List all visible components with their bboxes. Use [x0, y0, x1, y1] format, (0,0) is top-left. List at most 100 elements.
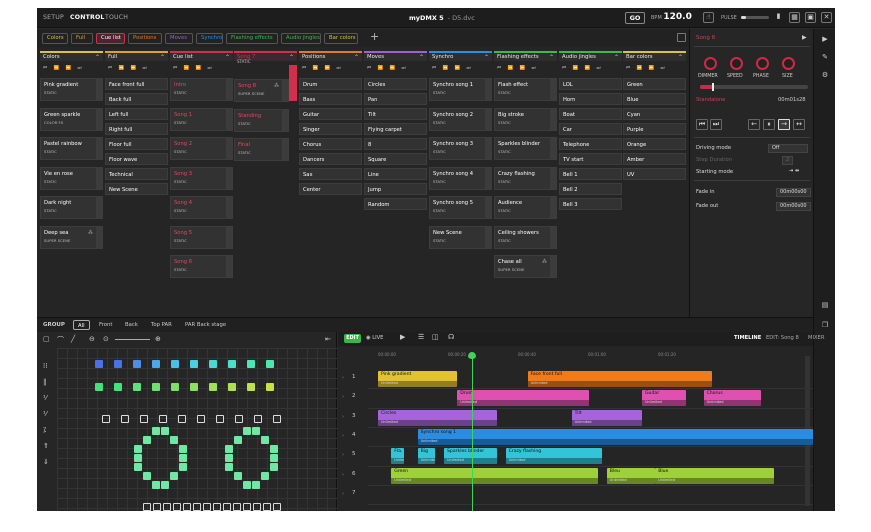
- scene-cell-handle[interactable]: [282, 80, 288, 101]
- grid-icon[interactable]: ▦: [789, 12, 800, 23]
- fixture-spot[interactable]: [140, 415, 148, 423]
- scene-cell-handle[interactable]: [96, 138, 102, 159]
- scene-cell-handle[interactable]: [96, 197, 102, 218]
- scene-cell[interactable]: Flash effect STATIC: [494, 78, 557, 101]
- scene-cell[interactable]: New Scene STATIC: [429, 225, 492, 249]
- scene-cell[interactable]: Chase all SUPER SCENE ⁂: [494, 255, 557, 278]
- fixture-ring-led[interactable]: [234, 436, 242, 444]
- fixture-spot[interactable]: [235, 415, 243, 423]
- columns-icon[interactable]: ∥: [43, 378, 47, 386]
- scene-cell-handle[interactable]: [226, 138, 232, 159]
- scene-cell[interactable]: Bell 2: [559, 183, 622, 195]
- fixture-bar[interactable]: [173, 503, 181, 511]
- scene-cell-handle[interactable]: [485, 167, 491, 189]
- play-icon[interactable]: ▶: [400, 333, 405, 341]
- scene-cell-handle[interactable]: [485, 138, 491, 159]
- fixture-ring-led[interactable]: [243, 427, 251, 435]
- scene-cell[interactable]: Technical: [105, 168, 168, 180]
- scene-cell[interactable]: Face front full: [105, 78, 168, 90]
- scene-cell[interactable]: Audience STATIC: [494, 196, 557, 219]
- dimmer-knob[interactable]: [704, 57, 717, 70]
- fixture-ring-led[interactable]: [161, 427, 169, 435]
- scene-cell-handle[interactable]: [226, 108, 232, 130]
- fixture-par[interactable]: [133, 360, 141, 368]
- fixture-ring-led[interactable]: [134, 463, 142, 471]
- track-expand-icon[interactable]: ›: [342, 394, 344, 400]
- scene-cell-handle[interactable]: [226, 226, 232, 248]
- split-icon[interactable]: ◫: [432, 333, 439, 341]
- scene-cell[interactable]: Right full: [105, 123, 168, 135]
- scene-cell[interactable]: Purple: [623, 123, 686, 135]
- fixture-par[interactable]: [152, 360, 160, 368]
- scene-cell[interactable]: Guitar: [299, 108, 362, 120]
- fixture-spot[interactable]: [178, 415, 186, 423]
- timeline-clip[interactable]: Fla. Unlimited: [391, 448, 405, 465]
- scene-cell-handle[interactable]: [226, 79, 232, 100]
- scene-cell[interactable]: Big stroke STATIC: [494, 107, 557, 131]
- collapse-icon[interactable]: ⇤: [325, 335, 331, 343]
- column-transport-icons[interactable]: ⏮ ⏪ ⏩ ⏭: [432, 65, 473, 71]
- fixture-ring-led[interactable]: [143, 436, 151, 444]
- track-expand-icon[interactable]: ›: [342, 414, 344, 420]
- track-expand-icon[interactable]: ›: [342, 375, 344, 381]
- fixture-bar[interactable]: [183, 503, 191, 511]
- fixture-spot[interactable]: [216, 415, 224, 423]
- scene-cell[interactable]: Pink gradient STATIC: [40, 78, 103, 101]
- scene-cell-handle[interactable]: [550, 256, 556, 277]
- scene-cell[interactable]: Song 5 STATIC: [170, 225, 233, 249]
- scene-cell-handle[interactable]: [226, 167, 232, 189]
- progress-slider[interactable]: [700, 83, 808, 91]
- timeline-clip[interactable]: Blue Unlimited: [655, 467, 774, 484]
- column-header[interactable]: Cue list ⌃: [170, 51, 233, 61]
- scene-cell[interactable]: Cyan: [623, 108, 686, 120]
- scene-cell[interactable]: Song 4 STATIC: [170, 196, 233, 219]
- scene-cell[interactable]: Standing STATIC: [234, 108, 289, 132]
- fixture-par[interactable]: [171, 360, 179, 368]
- starting-mode-icon[interactable]: ⇥ ⇼: [789, 168, 799, 174]
- bpm-value[interactable]: 120.0: [663, 12, 691, 22]
- group-back-button[interactable]: Back: [121, 320, 142, 330]
- move-up-icon[interactable]: ⇑: [43, 442, 49, 450]
- scene-cell[interactable]: Crazy flashing STATIC: [494, 166, 557, 190]
- fixture-par[interactable]: [152, 383, 160, 391]
- fixture-ring-led[interactable]: [270, 445, 278, 453]
- chevron-up-icon[interactable]: ⌃: [160, 53, 165, 62]
- fixture-bar[interactable]: [253, 503, 261, 511]
- menu-touch[interactable]: TOUCH: [105, 14, 128, 21]
- go-button[interactable]: GO: [625, 12, 645, 24]
- fixture-par[interactable]: [114, 383, 122, 391]
- scene-cell-handle[interactable]: [96, 226, 102, 248]
- edit-mode-button[interactable]: EDIT: [344, 334, 361, 343]
- fixture-par[interactable]: [209, 383, 217, 391]
- pen-icon[interactable]: ✎: [820, 53, 830, 62]
- window-icon[interactable]: ❐: [820, 321, 830, 330]
- chevron-up-icon[interactable]: ⌃: [354, 53, 359, 62]
- fixture-bar[interactable]: [243, 503, 251, 511]
- scene-cell[interactable]: Green sparkle COLOR FX: [40, 107, 103, 131]
- playhead-handle[interactable]: [468, 352, 476, 359]
- scene-cell[interactable]: Flying carpet: [364, 123, 427, 135]
- stop-icon[interactable]: ▮: [773, 12, 784, 23]
- column-header[interactable]: Synchro ⌃: [429, 51, 492, 61]
- fixture-ring-led[interactable]: [161, 481, 169, 489]
- scene-cell[interactable]: Song 6 STATIC: [170, 255, 233, 278]
- tab-positions[interactable]: Positions: [128, 33, 162, 44]
- fixture-par[interactable]: [228, 360, 236, 368]
- scene-cell-handle[interactable]: [550, 197, 556, 218]
- zoom-fit-icon[interactable]: ⊙: [103, 335, 109, 343]
- scene-cell[interactable]: Floor wave: [105, 153, 168, 165]
- bounce-icon[interactable]: ↔: [793, 119, 805, 130]
- zoom-slider[interactable]: [115, 339, 150, 340]
- group-top-par-button[interactable]: Top PAR: [147, 320, 176, 330]
- scene-cell[interactable]: Pastel rainbow STATIC: [40, 137, 103, 160]
- scene-cell-handle[interactable]: [550, 167, 556, 189]
- scene-cell[interactable]: Circles: [364, 78, 427, 90]
- fixture-ring-led[interactable]: [270, 463, 278, 471]
- move-down-icon[interactable]: ⇓: [43, 458, 49, 466]
- group-par-back-stage-button[interactable]: PAR Back stage: [181, 320, 230, 330]
- line-icon[interactable]: ╱: [71, 335, 75, 343]
- scene-cell[interactable]: Sax: [299, 168, 362, 180]
- scene-cell[interactable]: Drum: [299, 78, 362, 90]
- scene-cell[interactable]: TV start: [559, 153, 622, 165]
- tab-bar-colors[interactable]: Bar colors: [324, 33, 358, 44]
